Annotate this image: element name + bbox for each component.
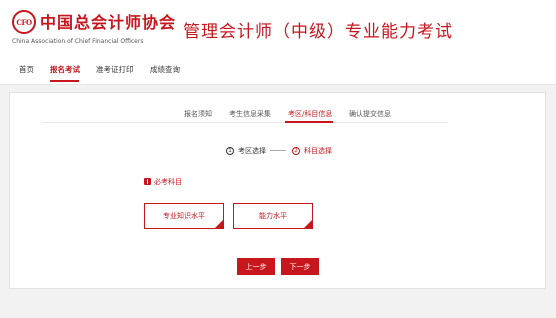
substep-number: 1	[226, 147, 234, 155]
step-tab-candidate-info[interactable]: 考生信息采集	[229, 109, 271, 119]
selected-corner-icon	[304, 220, 312, 228]
substep-label: 科目选择	[304, 147, 332, 155]
logo-chinese-name: 中国总会计师协会	[40, 13, 177, 32]
logo-english-name: China Association of Chief Financial Off…	[12, 38, 144, 45]
nav-item-admission-ticket[interactable]: 准考证打印	[96, 64, 134, 75]
nav-item-score-query[interactable]: 成绩查询	[150, 64, 180, 75]
prev-step-button[interactable]: 上一步	[237, 258, 275, 275]
substep-separator	[270, 150, 286, 151]
main-nav: 首页 报名考试 准考证打印 成绩查询	[0, 55, 556, 85]
substep-subject[interactable]: 2 科目选择	[292, 146, 332, 156]
logo-emblem-icon: CFO	[12, 10, 36, 34]
required-subjects-label: 必考科目	[154, 178, 182, 186]
registration-panel: 报名须知 考生信息采集 考区/科目信息 确认提交信息 1 考区选择 2 科目选择 必…	[9, 92, 546, 289]
selected-corner-icon	[215, 220, 223, 228]
nav-item-register[interactable]: 报名考试	[50, 64, 80, 75]
logo[interactable]: CFO 中国总会计师协会 China Association of Chief …	[12, 8, 175, 48]
subject-label: 能力水平	[259, 212, 287, 220]
required-subjects-heading: 必考科目	[144, 177, 182, 187]
book-icon	[144, 178, 151, 185]
step-active-indicator	[285, 121, 333, 123]
substep-number: 2	[292, 147, 300, 155]
substep-label: 考区选择	[238, 147, 266, 155]
step-tab-region-subject[interactable]: 考区/科目信息	[288, 109, 332, 119]
next-step-button[interactable]: 下一步	[281, 258, 319, 275]
nav-item-home[interactable]: 首页	[19, 64, 34, 75]
step-tab-confirm[interactable]: 确认提交信息	[349, 109, 391, 119]
nav-active-indicator	[50, 80, 79, 82]
subject-label: 专业知识水平	[163, 212, 205, 220]
subject-option-ability[interactable]: 能力水平	[233, 203, 313, 229]
step-tabs: 报名须知 考生信息采集 考区/科目信息 确认提交信息	[42, 103, 448, 123]
logo-emblem-text: CFO	[16, 17, 32, 27]
site-title: 管理会计师（中级）专业能力考试	[183, 22, 453, 42]
substep-region[interactable]: 1 考区选择	[226, 146, 266, 156]
header: CFO 中国总会计师协会 China Association of Chief …	[0, 0, 556, 55]
step-tab-notice[interactable]: 报名须知	[184, 109, 212, 119]
subject-option-professional-knowledge[interactable]: 专业知识水平	[144, 203, 224, 229]
